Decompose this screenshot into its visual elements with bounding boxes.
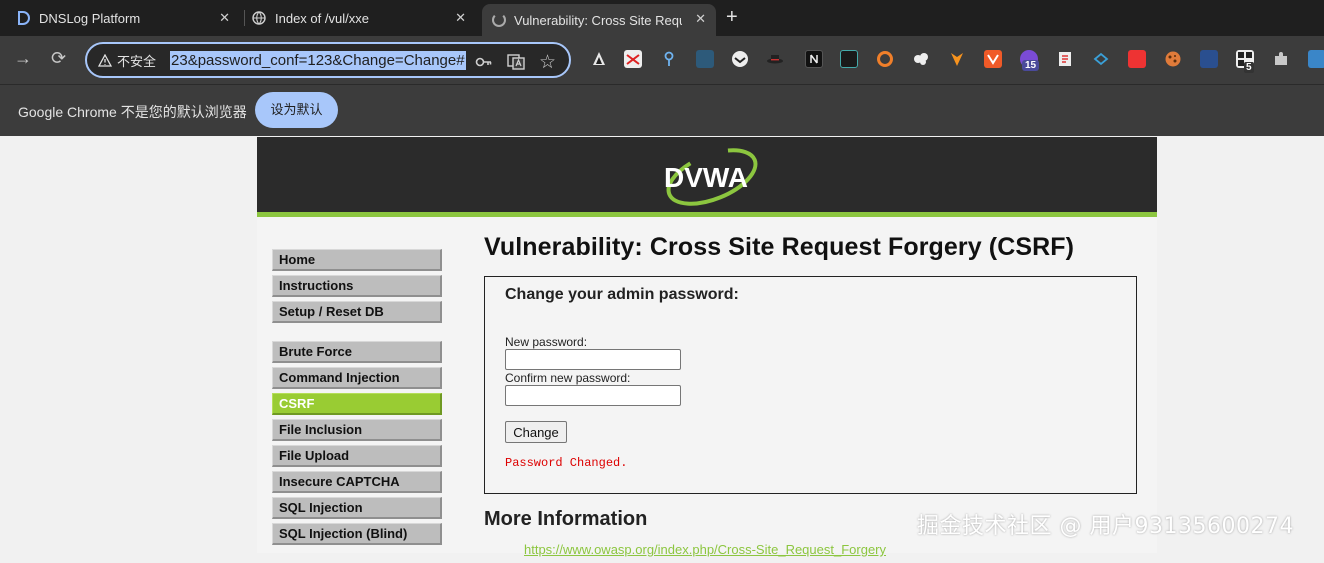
reload-button[interactable]: ⟳ — [51, 48, 66, 69]
svg-text:DVWA: DVWA — [664, 162, 748, 193]
forward-button[interactable]: → — [14, 48, 32, 69]
menu-csrf[interactable]: CSRF — [272, 393, 442, 415]
extension-shield-icon[interactable] — [948, 50, 966, 68]
tab-csrf-active[interactable]: Vulnerability: Cross Site Requ ✕ — [482, 4, 716, 36]
extension-orange-icon[interactable] — [984, 50, 1002, 68]
extension-blue-square-icon[interactable] — [1200, 50, 1218, 68]
extension-badge-count: 5 — [1244, 62, 1254, 73]
tab-title: DNSLog Platform — [39, 10, 141, 26]
new-password-input[interactable] — [505, 349, 681, 370]
new-password-label: New password: — [505, 335, 588, 349]
more-information-heading: More Information — [484, 508, 648, 530]
menu-file-upload[interactable]: File Upload — [272, 445, 442, 467]
browser-toolbar: → ⟳ 不安全 23&password_conf=123&Change=Chan… — [0, 36, 1324, 84]
extension-square-icon[interactable] — [840, 50, 858, 68]
extension-notion-icon[interactable] — [805, 50, 823, 68]
extensions-puzzle-icon[interactable] — [1272, 50, 1290, 68]
menu-command-injection[interactable]: Command Injection — [272, 367, 442, 389]
tab-close-icon[interactable]: ✕ — [455, 10, 466, 26]
default-browser-infobar: Google Chrome 不是您的默认浏览器 设为默认 — [0, 84, 1324, 136]
extension-cloud-icon[interactable] — [912, 50, 930, 68]
confirm-password-input[interactable] — [505, 385, 681, 406]
tab-strip: DNSLog Platform ✕ Index of /vul/xxe ✕ Vu… — [0, 0, 1324, 36]
tab-close-icon[interactable]: ✕ — [695, 11, 706, 27]
change-button[interactable]: Change — [505, 421, 567, 443]
dvwa-header: DVWA — [257, 137, 1157, 217]
extension-cookie-icon[interactable] — [1164, 50, 1182, 68]
extension-arrow-icon[interactable] — [1092, 50, 1110, 68]
warning-icon[interactable] — [97, 52, 113, 68]
menu-block-general: Home Instructions Setup / Reset DB — [272, 249, 442, 323]
infobar-message: Google Chrome 不是您的默认浏览器 — [18, 104, 247, 120]
extension-ink-icon[interactable] — [590, 50, 608, 68]
url-text[interactable]: 23&password_conf=123&Change=Change# — [170, 50, 466, 70]
dvwa-logo[interactable]: DVWA — [652, 145, 762, 207]
page-title: Vulnerability: Cross Site Request Forger… — [484, 233, 1075, 261]
csrf-form-box: Change your admin password: New password… — [484, 276, 1137, 494]
menu-sql-injection[interactable]: SQL Injection — [272, 497, 442, 519]
dvwa-page: DVWA Home Instructions Setup / Reset DB … — [257, 137, 1157, 557]
extension-hat-icon[interactable] — [766, 50, 784, 68]
key-icon[interactable] — [475, 54, 493, 70]
tab-close-icon[interactable]: ✕ — [219, 10, 230, 26]
menu-home[interactable]: Home — [272, 249, 442, 271]
globe-icon — [252, 11, 266, 25]
extension-ring-icon[interactable] — [876, 50, 894, 68]
tab-dnslog[interactable]: DNSLog Platform ✕ — [16, 2, 240, 34]
tab-separator — [244, 10, 245, 26]
bookmark-star-icon[interactable]: ☆ — [539, 51, 557, 73]
tab-title: Index of /vul/xxe — [275, 10, 369, 26]
header-accent-bar — [257, 212, 1157, 217]
confirm-password-label: Confirm new password: — [505, 371, 631, 385]
form-heading: Change your admin password: — [505, 286, 739, 303]
dvwa-main-content: Vulnerability: Cross Site Request Forger… — [484, 233, 1144, 557]
menu-setup-reset-db[interactable]: Setup / Reset DB — [272, 301, 442, 323]
extension-mail-icon[interactable] — [624, 50, 642, 68]
menu-block-vulnerabilities: Brute Force Command Injection CSRF File … — [272, 341, 442, 545]
menu-sql-injection-blind[interactable]: SQL Injection (Blind) — [272, 523, 442, 545]
dnslog-favicon-icon — [16, 11, 30, 25]
tab-title: Vulnerability: Cross Site Requ — [514, 12, 682, 28]
watermark: 掘金技术社区 @ 用户93135600274 — [917, 514, 1294, 539]
menu-insecure-captcha[interactable]: Insecure CAPTCHA — [272, 471, 442, 493]
loading-spinner-icon — [492, 13, 506, 27]
owasp-csrf-link[interactable]: https://www.owasp.org/index.php/Cross-Si… — [524, 542, 886, 557]
address-bar[interactable]: 不安全 23&password_conf=123&Change=Change# … — [85, 42, 571, 78]
extension-blue-icon[interactable] — [696, 50, 714, 68]
new-tab-button[interactable]: + — [726, 6, 738, 29]
extension-red-doc-icon[interactable] — [1056, 50, 1074, 68]
result-message: Password Changed. — [505, 456, 628, 470]
extension-pin-icon[interactable] — [660, 50, 678, 68]
menu-brute-force[interactable]: Brute Force — [272, 341, 442, 363]
dvwa-menu: Home Instructions Setup / Reset DB Brute… — [272, 249, 442, 563]
extension-partial-icon[interactable] — [1308, 50, 1324, 68]
extension-badge-count: 15 — [1022, 60, 1040, 71]
tab-index-vul-xxe[interactable]: Index of /vul/xxe ✕ — [252, 2, 476, 34]
extension-mask-icon[interactable] — [731, 50, 749, 68]
translate-icon[interactable] — [507, 54, 525, 70]
extension-cube-icon[interactable] — [1128, 50, 1146, 68]
set-default-button[interactable]: 设为默认 — [255, 92, 338, 128]
not-secure-label[interactable]: 不安全 — [117, 51, 156, 70]
menu-instructions[interactable]: Instructions — [272, 275, 442, 297]
menu-file-inclusion[interactable]: File Inclusion — [272, 419, 442, 441]
